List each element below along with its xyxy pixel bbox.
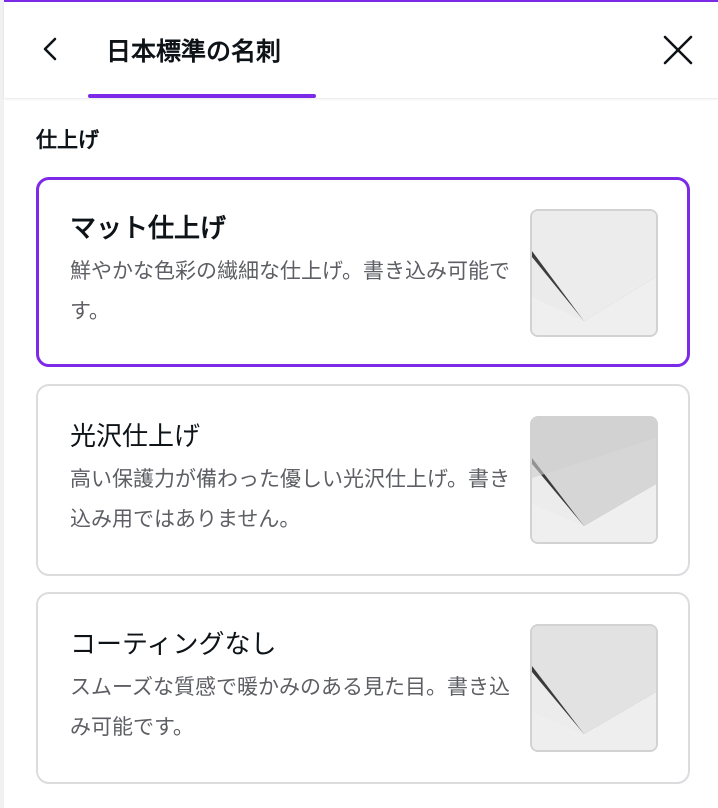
option-text: 光沢仕上げ 高い保護力が備わった優しい光沢仕上げ。書き込み用ではありません。: [70, 419, 510, 539]
option-title: 光沢仕上げ: [70, 422, 201, 452]
finish-option-glossy[interactable]: 光沢仕上げ 高い保護力が備わった優しい光沢仕上げ。書き込み用ではありません。: [36, 384, 690, 576]
option-title: マット仕上げ: [70, 214, 227, 244]
title-tab-indicator: [88, 94, 316, 98]
uncoated-paper-image: [530, 624, 658, 752]
glossy-paper-image: [530, 416, 658, 544]
panel-header: 日本標準の名刺: [4, 2, 718, 98]
option-description: 鮮やかな色彩の繊細な仕上げ。書き込み可能です。: [70, 259, 510, 323]
section-heading: 仕上げ: [36, 128, 99, 152]
back-button[interactable]: [34, 33, 66, 69]
option-description: 高い保護力が備わった優しい光沢仕上げ。書き込み用ではありません。: [70, 467, 510, 531]
option-text: コーティングなし スムーズな質感で暖かみのある見た目。書き込み可能です。: [70, 627, 510, 747]
finish-option-uncoated[interactable]: コーティングなし スムーズな質感で暖かみのある見た目。書き込み可能です。: [36, 592, 690, 784]
left-divider: [0, 0, 4, 808]
chevron-left-icon: [40, 35, 60, 67]
option-text: マット仕上げ 鮮やかな色彩の繊細な仕上げ。書き込み可能です。: [70, 211, 510, 331]
option-description: スムーズな質感で暖かみのある見た目。書き込み可能です。: [70, 675, 510, 739]
close-button[interactable]: [658, 32, 698, 72]
matte-paper-image: [530, 209, 658, 337]
close-icon: [662, 34, 694, 70]
page-title: 日本標準の名刺: [106, 37, 282, 66]
option-title: コーティングなし: [70, 630, 277, 660]
finish-option-matte[interactable]: マット仕上げ 鮮やかな色彩の繊細な仕上げ。書き込み可能です。: [36, 177, 690, 367]
